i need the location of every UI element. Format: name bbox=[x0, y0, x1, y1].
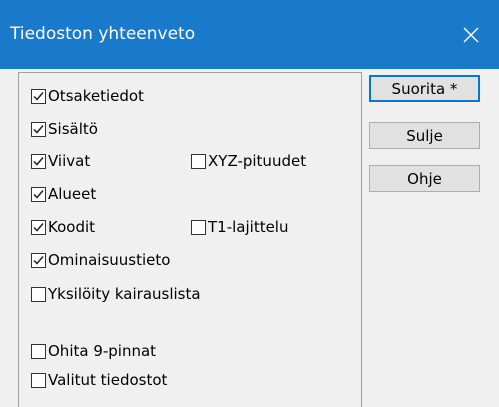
close-icon bbox=[463, 27, 479, 42]
checkbox-viivat[interactable]: Viivat bbox=[31, 152, 90, 170]
suorita-button[interactable]: Suorita * bbox=[369, 75, 480, 102]
checkmark-icon bbox=[33, 255, 44, 265]
checkbox-box bbox=[31, 121, 46, 137]
title-bar: Tiedoston yhteenveto bbox=[0, 0, 499, 69]
checkbox-box bbox=[31, 88, 46, 104]
checkbox-box bbox=[191, 219, 206, 235]
checkbox-box bbox=[31, 153, 46, 169]
window-title: Tiedoston yhteenveto bbox=[10, 24, 196, 44]
checkbox-sisalto[interactable]: Sisältö bbox=[31, 120, 98, 138]
close-button[interactable] bbox=[443, 0, 499, 69]
checkbox-ohita-9-pinnat[interactable]: Ohita 9-pinnat bbox=[31, 342, 156, 360]
checkbox-box bbox=[31, 286, 46, 302]
checkbox-box bbox=[31, 343, 46, 359]
checkbox-valitut-tiedostot[interactable]: Valitut tiedostot bbox=[31, 371, 167, 389]
checkmark-icon bbox=[33, 124, 44, 134]
checkbox-label: Viivat bbox=[48, 152, 91, 170]
checkbox-label: T1-lajittelu bbox=[208, 218, 289, 236]
sulje-button[interactable]: Sulje bbox=[369, 122, 480, 149]
checkmark-icon bbox=[33, 222, 44, 232]
checkmark-icon bbox=[33, 91, 44, 101]
checkbox-box bbox=[31, 219, 46, 235]
checkbox-xyz-pituudet[interactable]: XYZ-pituudet bbox=[191, 152, 306, 170]
checkbox-label: Alueet bbox=[48, 185, 97, 203]
checkbox-box bbox=[31, 186, 46, 202]
checkbox-alueet[interactable]: Alueet bbox=[31, 185, 96, 203]
checkbox-label: XYZ-pituudet bbox=[208, 152, 307, 170]
checkmark-icon bbox=[33, 189, 44, 199]
checkbox-t1-lajittelu[interactable]: T1-lajittelu bbox=[191, 218, 288, 236]
checkbox-label: Ohita 9-pinnat bbox=[48, 342, 157, 360]
checkbox-box bbox=[31, 252, 46, 268]
checkbox-yksiloity-kairauslista[interactable]: Yksilöity kairauslista bbox=[31, 285, 201, 303]
checkbox-ominaisuustieto[interactable]: Ominaisuustieto bbox=[31, 251, 170, 269]
ohje-button[interactable]: Ohje bbox=[369, 165, 480, 192]
checkbox-label: Otsaketiedot bbox=[48, 87, 144, 105]
checkbox-label: Koodit bbox=[48, 218, 96, 236]
checkbox-label: Sisältö bbox=[48, 120, 98, 138]
checkbox-label: Valitut tiedostot bbox=[48, 371, 168, 389]
checkbox-box bbox=[31, 372, 46, 388]
checkbox-box bbox=[191, 153, 206, 169]
checkbox-koodit[interactable]: Koodit bbox=[31, 218, 95, 236]
checkmark-icon bbox=[33, 156, 44, 166]
checkbox-label: Ominaisuustieto bbox=[48, 251, 171, 269]
checkbox-otsaketiedot[interactable]: Otsaketiedot bbox=[31, 87, 144, 105]
checkbox-label: Yksilöity kairauslista bbox=[48, 285, 201, 303]
